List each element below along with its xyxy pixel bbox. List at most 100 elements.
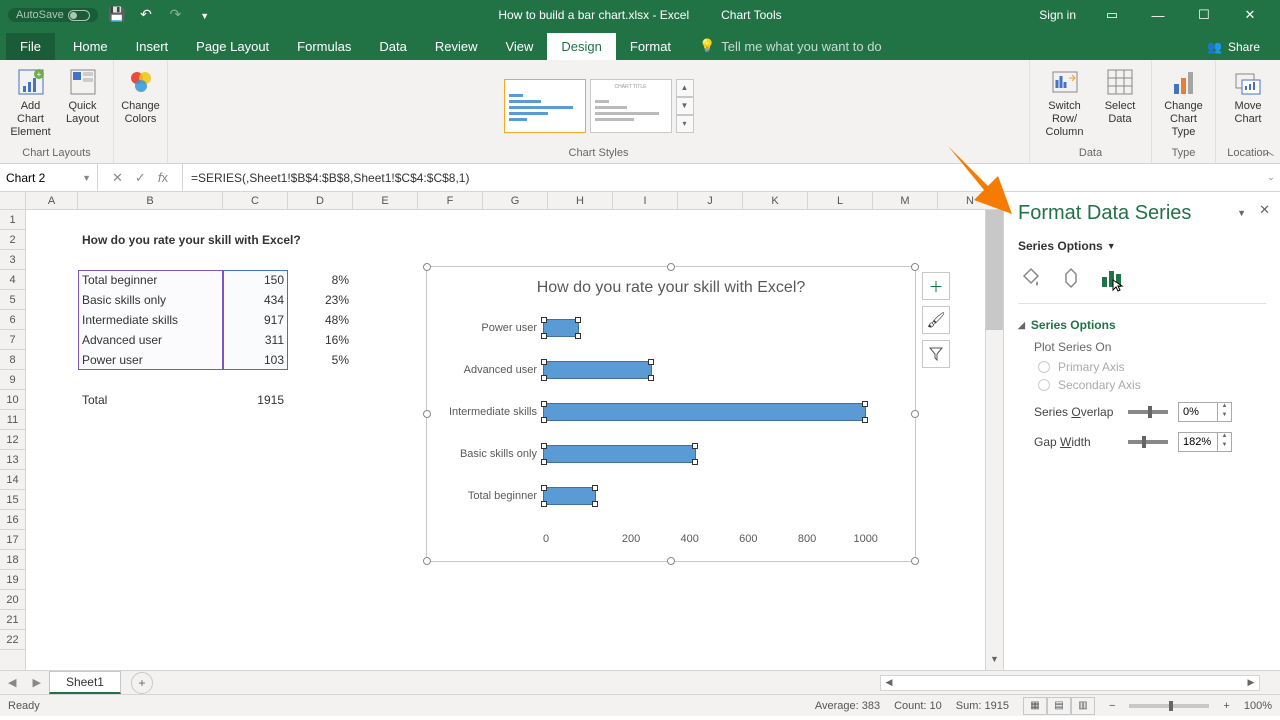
- add-sheet-button[interactable]: +: [131, 672, 153, 694]
- column-header[interactable]: E: [353, 192, 418, 209]
- column-header[interactable]: H: [548, 192, 613, 209]
- cell[interactable]: 311: [223, 330, 288, 350]
- select-data-button[interactable]: Select Data: [1095, 64, 1145, 128]
- tab-file[interactable]: File: [6, 33, 55, 60]
- column-header[interactable]: F: [418, 192, 483, 209]
- autosave-toggle[interactable]: AutoSave: [8, 8, 98, 22]
- tab-format[interactable]: Format: [616, 33, 685, 60]
- confirm-formula-icon[interactable]: ✓: [131, 170, 150, 186]
- column-header[interactable]: D: [288, 192, 353, 209]
- cell[interactable]: 16%: [288, 330, 353, 350]
- cell[interactable]: 48%: [288, 310, 353, 330]
- chart-bar[interactable]: [543, 403, 866, 421]
- qat-dropdown-icon[interactable]: ▼: [192, 3, 218, 29]
- cell[interactable]: Power user: [78, 350, 223, 370]
- zoom-slider[interactable]: [1129, 704, 1209, 708]
- tab-home[interactable]: Home: [59, 33, 122, 60]
- add-chart-element-button[interactable]: + Add Chart Element: [6, 64, 56, 142]
- collapse-ribbon-icon[interactable]: ︿: [1263, 143, 1274, 159]
- pane-options-dropdown-icon[interactable]: ▼: [1237, 208, 1246, 218]
- effects-tab-icon[interactable]: [1058, 265, 1084, 291]
- cell[interactable]: Total beginner: [78, 270, 223, 290]
- column-header[interactable]: K: [743, 192, 808, 209]
- row-header[interactable]: 10: [0, 390, 25, 410]
- row-header[interactable]: 19: [0, 570, 25, 590]
- cell[interactable]: How do you rate your skill with Excel?: [78, 230, 223, 250]
- chart-bar[interactable]: [543, 487, 596, 505]
- chart-object[interactable]: How do you rate your skill with Excel? P…: [426, 266, 916, 562]
- column-header[interactable]: G: [483, 192, 548, 209]
- cell[interactable]: Intermediate skills: [78, 310, 223, 330]
- pane-subtitle[interactable]: Series Options▼: [1018, 239, 1266, 253]
- row-header[interactable]: 16: [0, 510, 25, 530]
- series-overlap-slider[interactable]: [1128, 410, 1168, 414]
- chart-plot-area[interactable]: Power userAdvanced userIntermediate skil…: [427, 303, 915, 533]
- row-header[interactable]: 13: [0, 450, 25, 470]
- maximize-icon[interactable]: ☐: [1182, 0, 1226, 30]
- select-all-corner[interactable]: [0, 192, 26, 209]
- tab-design[interactable]: Design: [547, 33, 615, 60]
- tab-view[interactable]: View: [491, 33, 547, 60]
- chart-elements-button[interactable]: ＋: [922, 272, 950, 300]
- row-header[interactable]: 17: [0, 530, 25, 550]
- chart-filters-button[interactable]: [922, 340, 950, 368]
- tab-review[interactable]: Review: [421, 33, 492, 60]
- row-header[interactable]: 8: [0, 350, 25, 370]
- cell[interactable]: 23%: [288, 290, 353, 310]
- row-header[interactable]: 5: [0, 290, 25, 310]
- chart-bar[interactable]: [543, 361, 652, 379]
- save-icon[interactable]: 💾: [104, 1, 130, 27]
- change-chart-type-button[interactable]: Change Chart Type: [1158, 64, 1209, 142]
- column-header[interactable]: I: [613, 192, 678, 209]
- switch-row-column-button[interactable]: Switch Row/ Column: [1036, 64, 1093, 142]
- row-header[interactable]: 14: [0, 470, 25, 490]
- close-icon[interactable]: ✕: [1228, 0, 1272, 30]
- row-header[interactable]: 7: [0, 330, 25, 350]
- chart-bar[interactable]: [543, 319, 579, 337]
- quick-layout-button[interactable]: Quick Layout: [58, 64, 108, 128]
- gap-width-slider[interactable]: [1128, 440, 1168, 444]
- fill-line-tab-icon[interactable]: [1018, 265, 1044, 291]
- gap-width-input[interactable]: ▲▼: [1178, 432, 1232, 452]
- name-box[interactable]: ▼: [0, 164, 98, 191]
- cell[interactable]: 5%: [288, 350, 353, 370]
- view-page-break-icon[interactable]: ▥: [1071, 697, 1095, 715]
- cancel-formula-icon[interactable]: ✕: [108, 170, 127, 186]
- row-header[interactable]: 11: [0, 410, 25, 430]
- vertical-scrollbar[interactable]: ▲ ▼: [985, 210, 1003, 670]
- undo-icon[interactable]: ↶: [133, 1, 159, 27]
- name-box-dropdown-icon[interactable]: ▼: [82, 173, 91, 183]
- move-chart-button[interactable]: Move Chart: [1223, 64, 1273, 128]
- zoom-level[interactable]: 100%: [1244, 700, 1272, 712]
- chart-style-2[interactable]: CHART TITLE: [590, 79, 672, 133]
- horizontal-scrollbar[interactable]: ◀▶: [880, 675, 1260, 691]
- column-header[interactable]: B: [78, 192, 223, 209]
- cell[interactable]: 1915: [223, 390, 288, 410]
- view-page-layout-icon[interactable]: ▤: [1047, 697, 1071, 715]
- sheet-nav-next-icon[interactable]: ▶: [24, 676, 48, 689]
- column-header[interactable]: M: [873, 192, 938, 209]
- column-header[interactable]: C: [223, 192, 288, 209]
- tab-data[interactable]: Data: [365, 33, 420, 60]
- cell[interactable]: Total: [78, 390, 223, 410]
- fx-icon[interactable]: fx: [154, 170, 172, 185]
- row-header[interactable]: 2: [0, 230, 25, 250]
- row-header[interactable]: 1: [0, 210, 25, 230]
- row-header[interactable]: 20: [0, 590, 25, 610]
- view-normal-icon[interactable]: ▦: [1023, 697, 1047, 715]
- minimize-icon[interactable]: —: [1136, 0, 1180, 30]
- zoom-out-icon[interactable]: −: [1109, 700, 1115, 712]
- cell[interactable]: Basic skills only: [78, 290, 223, 310]
- name-box-input[interactable]: [6, 171, 82, 185]
- chart-style-1[interactable]: [504, 79, 586, 133]
- expand-formula-bar-icon[interactable]: ⌄: [1262, 172, 1280, 183]
- row-header[interactable]: 22: [0, 630, 25, 650]
- tab-formulas[interactable]: Formulas: [283, 33, 365, 60]
- signin-link[interactable]: Sign in: [1027, 8, 1088, 22]
- pane-close-icon[interactable]: ✕: [1259, 202, 1270, 218]
- ribbon-display-icon[interactable]: ▭: [1090, 0, 1134, 30]
- row-header[interactable]: 12: [0, 430, 25, 450]
- row-header[interactable]: 18: [0, 550, 25, 570]
- formula-input[interactable]: =SERIES(,Sheet1!$B$4:$B$8,Sheet1!$C$4:$C…: [183, 171, 1262, 185]
- sheet-tab-sheet1[interactable]: Sheet1: [49, 671, 121, 694]
